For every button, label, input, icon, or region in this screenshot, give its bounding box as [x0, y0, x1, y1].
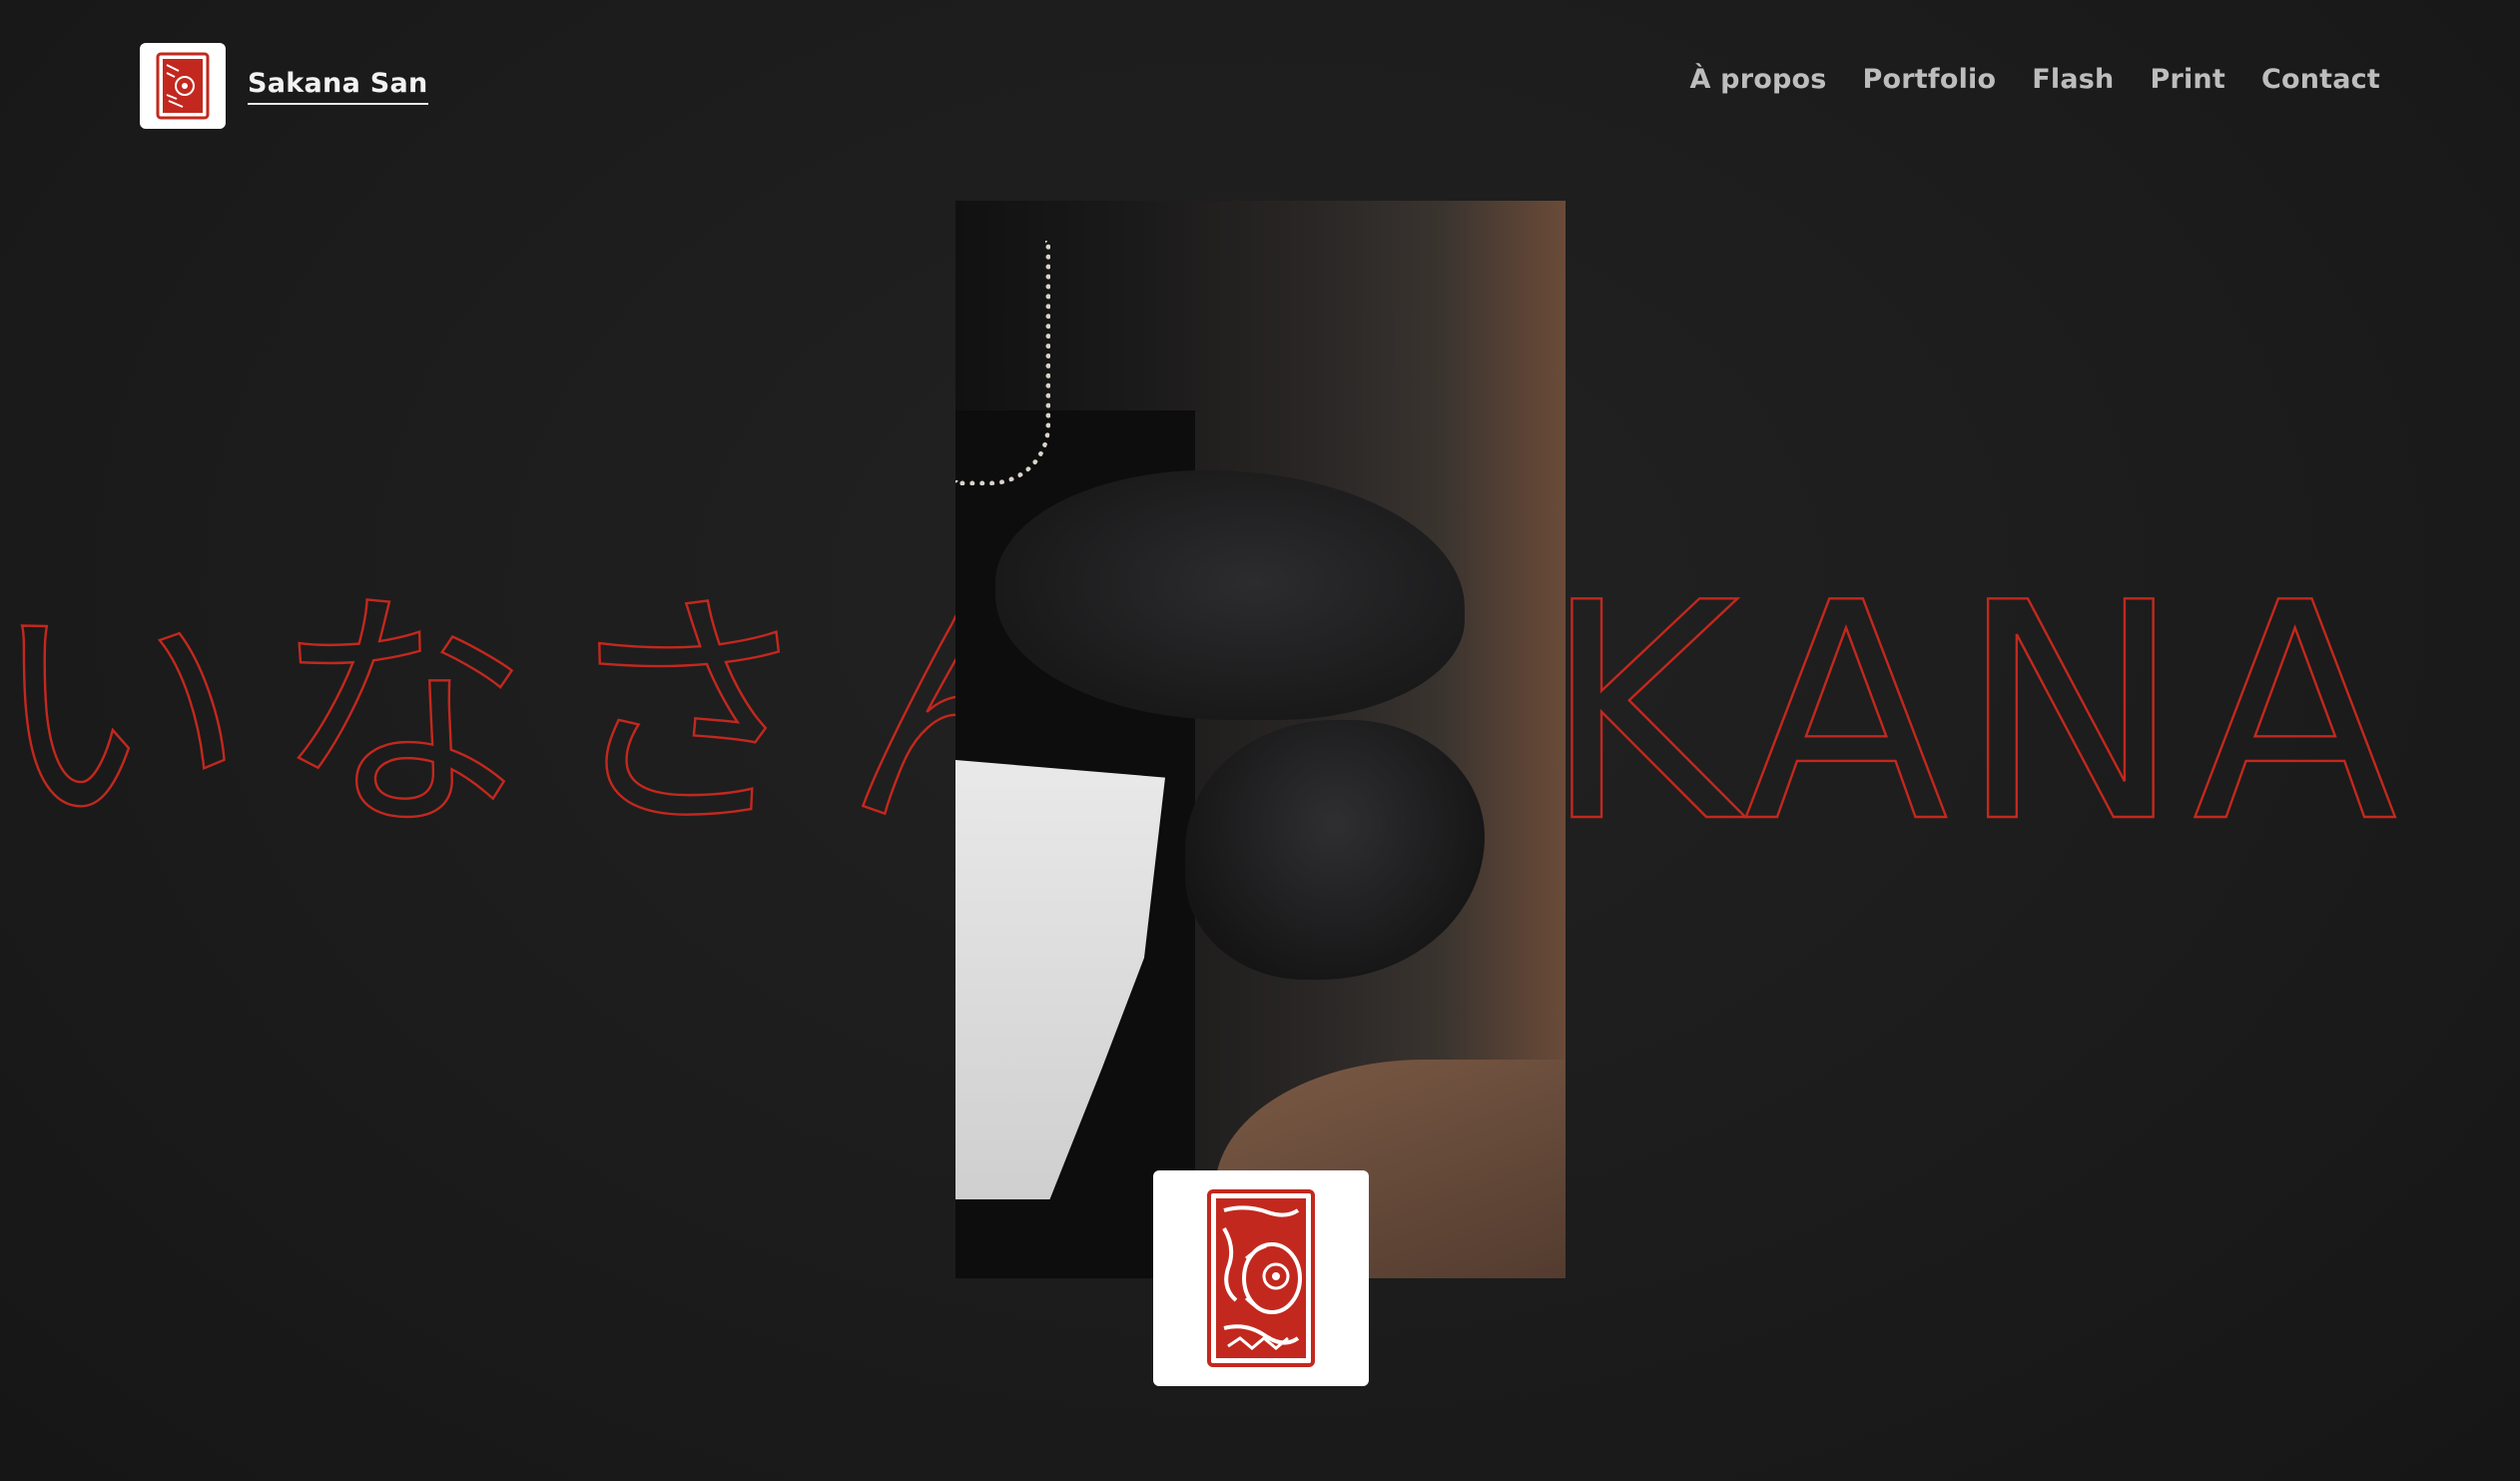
fish-stamp-icon: [156, 52, 210, 120]
marquee-latin-text: KANA SA: [1543, 559, 2520, 859]
header-logo[interactable]: [140, 43, 226, 129]
main-nav: À propos Portfolio Flash Print Contact: [1689, 64, 2380, 95]
nav-link-flash[interactable]: Flash: [2032, 64, 2114, 95]
video-chain: [955, 241, 1050, 485]
nav-link-contact[interactable]: Contact: [2261, 64, 2380, 95]
nav-link-a-propos[interactable]: À propos: [1689, 64, 1826, 95]
hero-video[interactable]: [955, 201, 1566, 1278]
nav-link-portfolio[interactable]: Portfolio: [1863, 64, 1997, 95]
nav-link-print[interactable]: Print: [2150, 64, 2225, 95]
video-glove-lower: [1185, 720, 1485, 980]
video-glove-upper: [995, 470, 1465, 720]
brand-name[interactable]: Sakana San: [248, 68, 428, 105]
stamp-logo-card: [1153, 1170, 1369, 1386]
fish-stamp-icon: [1207, 1189, 1315, 1367]
brand[interactable]: Sakana San: [140, 43, 428, 129]
